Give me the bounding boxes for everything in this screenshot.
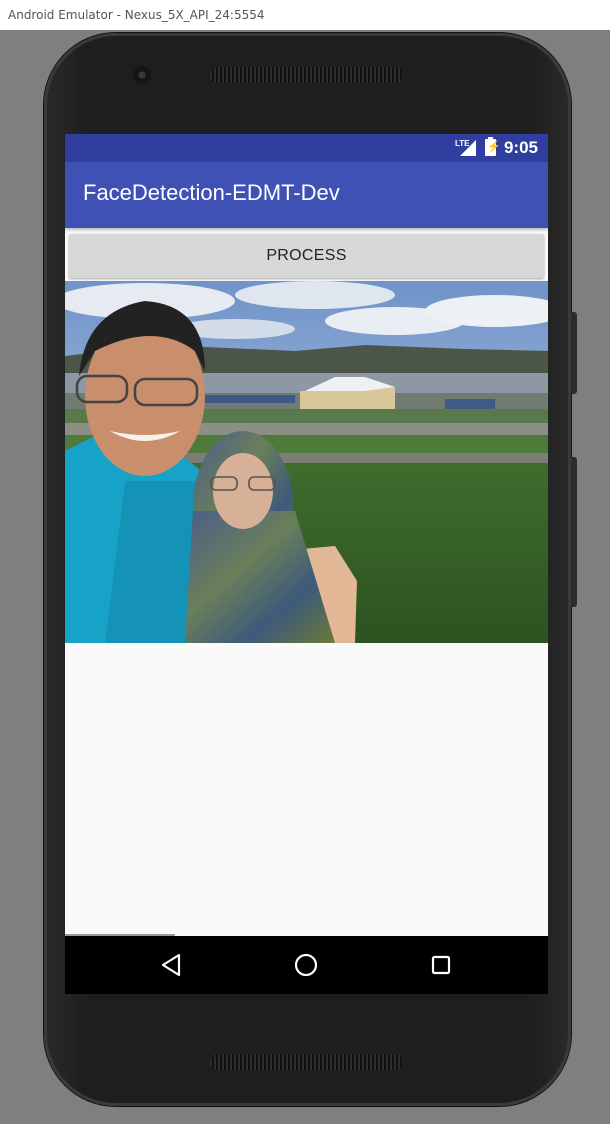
power-button[interactable] [571, 312, 577, 394]
home-icon [294, 953, 318, 977]
window-title: Android Emulator - Nexus_5X_API_24:5554 [0, 0, 610, 30]
battery-charging-icon: ⚡ [485, 137, 501, 156]
status-bar: LTE ⚡ 9:05 [65, 134, 548, 162]
signal-icon [460, 140, 476, 156]
home-button[interactable] [266, 936, 346, 994]
back-button[interactable] [131, 936, 211, 994]
status-time: 9:05 [503, 138, 538, 157]
bottom-speaker [210, 1054, 403, 1070]
volume-button[interactable] [571, 457, 577, 607]
device-screen: LTE ⚡ 9:05 FaceDetection-EDMT-Dev PROCES… [65, 134, 548, 994]
process-button[interactable]: PROCESS [69, 234, 544, 278]
navigation-bar [65, 936, 548, 994]
selfie-photo [65, 281, 548, 643]
back-icon [161, 953, 181, 977]
recents-icon [431, 955, 451, 975]
recents-button[interactable] [401, 936, 481, 994]
app-title: FaceDetection-EDMT-Dev [83, 180, 340, 205]
front-camera [133, 66, 151, 84]
top-speaker [210, 67, 403, 83]
app-bar: FaceDetection-EDMT-Dev [65, 162, 548, 228]
